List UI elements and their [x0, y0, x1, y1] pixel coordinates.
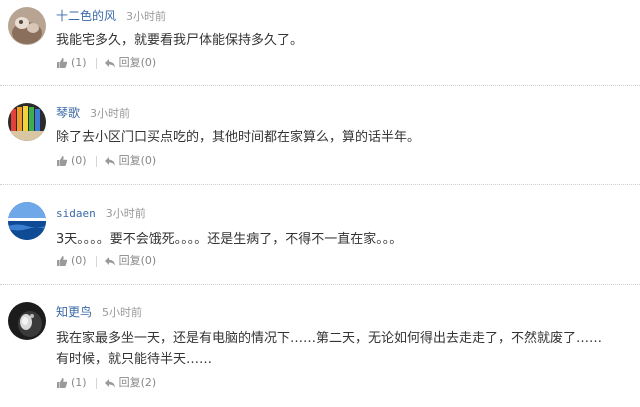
avatar-image: [8, 202, 46, 240]
like-button[interactable]: (0): [56, 254, 87, 268]
avatar-image: [8, 7, 46, 45]
reply-arrow-icon: [104, 57, 116, 69]
like-count: (0): [71, 254, 87, 267]
action-divider: [95, 255, 97, 267]
comment-text-line: 3天。。。。要不会饿死。。。。还是生病了，不得不一直在家。。。: [56, 232, 403, 247]
comment-text: 我在家最多坐一天，还是有电脑的情况下……第二天，无论如何得出去走走了，不然就废了…: [56, 328, 634, 370]
reply-count: (2): [140, 376, 157, 389]
reply-label: 回复: [118, 376, 141, 389]
reply-button[interactable]: 回复 (0): [104, 254, 157, 268]
comment-item: 十二色的风 3小时前 我能宅多久，就要看我尸体能保持多久了。 (1) 回复 (0): [0, 0, 640, 85]
action-divider: [95, 155, 97, 167]
comment-text: 我能宅多久，就要看我尸体能保持多久了。: [56, 30, 634, 51]
avatar-image: [8, 103, 46, 141]
comment-actions: (1) 回复 (2): [56, 376, 156, 390]
timestamp: 3小时前: [105, 207, 146, 220]
like-count: (1): [71, 56, 87, 69]
comment-list: 十二色的风 3小时前 我能宅多久，就要看我尸体能保持多久了。 (1) 回复 (0): [0, 0, 640, 407]
avatar[interactable]: [8, 302, 46, 340]
reply-button[interactable]: 回复 (0): [104, 56, 157, 70]
thumbs-up-icon: [56, 155, 68, 167]
comment-text-line: 我在家最多坐一天，还是有电脑的情况下……第二天，无论如何得出去走走了，不然就废了…: [56, 331, 603, 346]
comment-text: 3天。。。。要不会饿死。。。。还是生病了，不得不一直在家。。。: [56, 229, 634, 250]
reply-arrow-icon: [104, 377, 116, 389]
timestamp: 3小时前: [90, 107, 131, 120]
comment-item: 知更鸟 5小时前 我在家最多坐一天，还是有电脑的情况下……第二天，无论如何得出去走…: [0, 285, 640, 407]
comment-text: 除了去小区门口买点吃的，其他时间都在家算么，算的话半年。: [56, 127, 634, 148]
comment-meta: sidaen 3小时前: [56, 204, 146, 220]
action-divider: [95, 377, 97, 389]
username[interactable]: 十二色的风: [56, 9, 116, 23]
comment-meta: 知更鸟 5小时前: [56, 303, 142, 319]
like-button[interactable]: (0): [56, 154, 87, 168]
avatar[interactable]: [8, 7, 46, 45]
reply-button[interactable]: 回复 (2): [104, 376, 157, 390]
timestamp: 5小时前: [102, 306, 143, 319]
reply-count: (0): [140, 154, 157, 167]
username[interactable]: 知更鸟: [56, 305, 92, 319]
like-button[interactable]: (1): [56, 376, 87, 390]
action-divider: [95, 57, 97, 69]
comment-item: 琴歌 3小时前 除了去小区门口买点吃的，其他时间都在家算么，算的话半年。 (0) …: [0, 86, 640, 184]
reply-count: (0): [140, 56, 157, 69]
comment-meta: 十二色的风 3小时前: [56, 7, 166, 23]
comment-text-line: 有时候，就只能待半天……: [56, 352, 213, 367]
username[interactable]: sidaen: [56, 207, 96, 220]
comment-meta: 琴歌 3小时前: [56, 104, 130, 120]
avatar-image: [8, 302, 46, 340]
comment-text-line: 除了去小区门口买点吃的，其他时间都在家算么，算的话半年。: [56, 130, 421, 145]
like-count: (1): [71, 376, 87, 389]
reply-label: 回复: [118, 254, 141, 267]
reply-button[interactable]: 回复 (0): [104, 154, 157, 168]
thumbs-up-icon: [56, 57, 68, 69]
avatar[interactable]: [8, 202, 46, 240]
comment-actions: (0) 回复 (0): [56, 254, 156, 268]
reply-label: 回复: [118, 56, 141, 69]
like-button[interactable]: (1): [56, 56, 87, 70]
thumbs-up-icon: [56, 377, 68, 389]
avatar[interactable]: [8, 103, 46, 141]
comment-actions: (1) 回复 (0): [56, 56, 156, 70]
reply-arrow-icon: [104, 255, 116, 267]
reply-arrow-icon: [104, 155, 116, 167]
thumbs-up-icon: [56, 255, 68, 267]
comment-item: sidaen 3小时前 3天。。。。要不会饿死。。。。还是生病了，不得不一直在家。…: [0, 185, 640, 283]
username[interactable]: 琴歌: [56, 106, 80, 120]
reply-label: 回复: [118, 154, 141, 167]
comment-actions: (0) 回复 (0): [56, 154, 156, 168]
comment-text-line: 我能宅多久，就要看我尸体能保持多久了。: [56, 33, 304, 48]
timestamp: 3小时前: [126, 10, 167, 23]
like-count: (0): [71, 154, 87, 167]
reply-count: (0): [140, 254, 157, 267]
